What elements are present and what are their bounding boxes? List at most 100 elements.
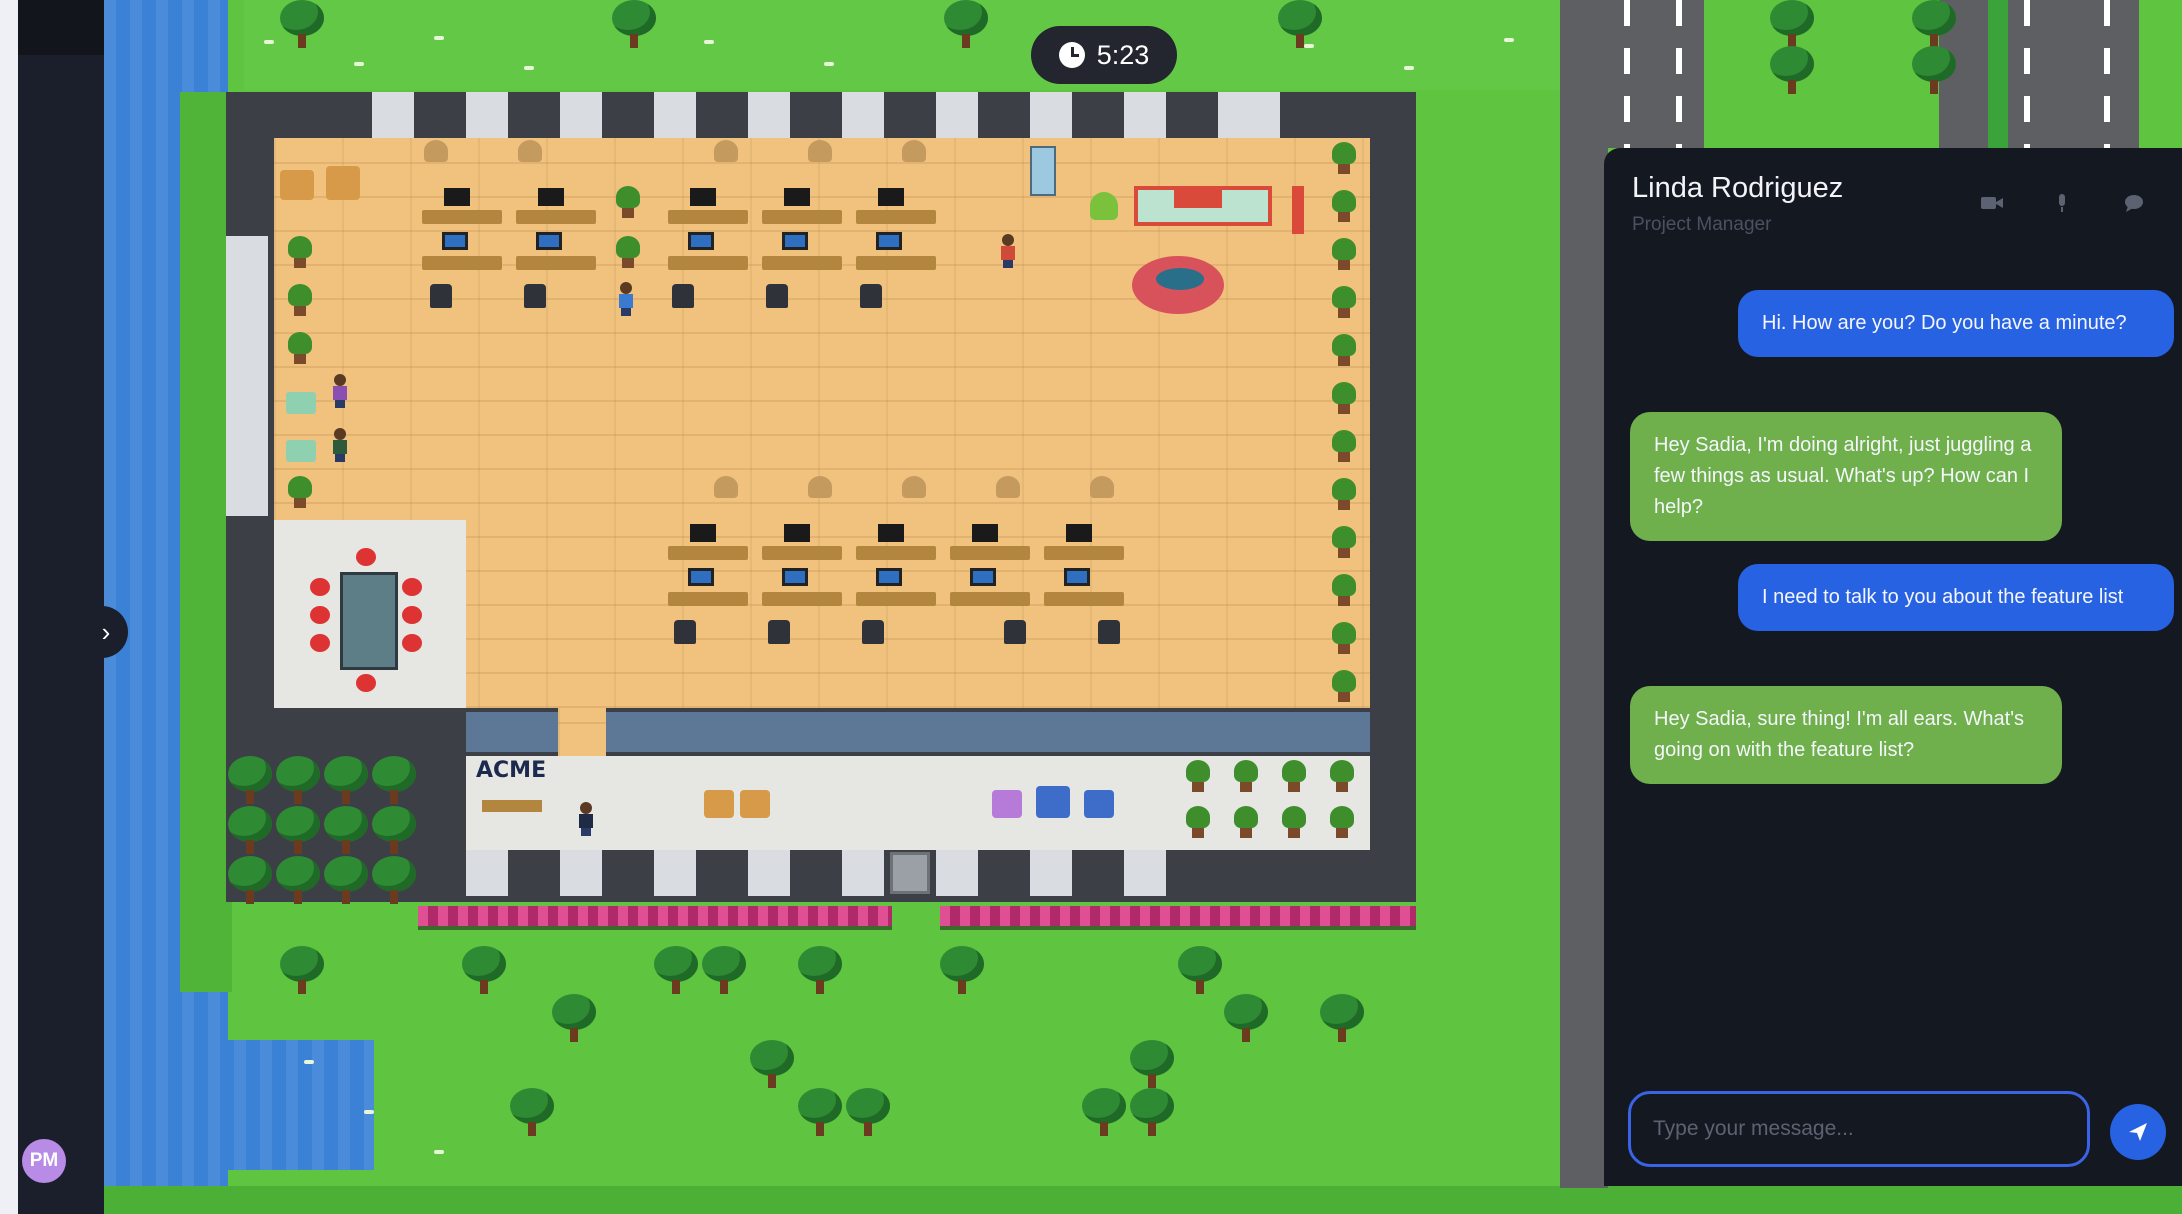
chair bbox=[714, 476, 738, 498]
tree bbox=[612, 0, 656, 50]
chair bbox=[902, 140, 926, 162]
chair bbox=[862, 620, 884, 644]
road-median bbox=[1988, 0, 2008, 148]
desk bbox=[950, 546, 1030, 560]
chair bbox=[766, 284, 788, 308]
tree bbox=[1130, 1040, 1174, 1090]
chair bbox=[424, 140, 448, 162]
computer-monitor bbox=[876, 568, 902, 586]
desk bbox=[1044, 592, 1124, 606]
message-input[interactable] bbox=[1628, 1091, 2090, 1167]
window bbox=[1030, 92, 1072, 138]
player-avatar[interactable] bbox=[578, 802, 594, 836]
tree bbox=[372, 806, 416, 856]
plant bbox=[1330, 382, 1358, 416]
plant bbox=[1328, 806, 1356, 840]
road-lane bbox=[2024, 0, 2030, 148]
chair bbox=[402, 606, 422, 624]
window bbox=[372, 92, 414, 138]
tree bbox=[324, 756, 368, 806]
chair bbox=[902, 476, 926, 498]
chair bbox=[674, 620, 696, 644]
grass-tuft bbox=[434, 1150, 444, 1154]
video-camera-icon[interactable] bbox=[1980, 192, 2004, 214]
tree bbox=[372, 856, 416, 906]
window bbox=[936, 92, 978, 138]
desk bbox=[1044, 546, 1124, 560]
desk bbox=[762, 592, 842, 606]
chair bbox=[310, 606, 330, 624]
contact-name: Linda Rodriguez bbox=[1632, 172, 1844, 204]
plant bbox=[1090, 192, 1118, 220]
water-cooler bbox=[1030, 146, 1056, 196]
chair bbox=[1004, 620, 1026, 644]
tree bbox=[510, 1088, 554, 1138]
clock-icon bbox=[1058, 42, 1085, 68]
bench bbox=[286, 392, 316, 414]
plant bbox=[614, 236, 642, 270]
user-avatar[interactable]: PM bbox=[22, 1139, 66, 1183]
computer-monitor bbox=[536, 232, 562, 250]
tree bbox=[462, 946, 506, 996]
desk bbox=[856, 546, 936, 560]
window bbox=[748, 850, 790, 896]
grass-tuft bbox=[264, 40, 274, 44]
npc-character[interactable] bbox=[332, 374, 348, 408]
window bbox=[560, 92, 602, 138]
plant bbox=[1330, 238, 1358, 272]
computer-monitor bbox=[782, 568, 808, 586]
armchair bbox=[740, 790, 770, 818]
window bbox=[748, 92, 790, 138]
rug-pattern bbox=[1156, 268, 1204, 290]
send-button[interactable] bbox=[2110, 1104, 2166, 1160]
desk bbox=[856, 256, 936, 270]
computer-monitor bbox=[876, 232, 902, 250]
plant bbox=[1330, 142, 1358, 176]
tree bbox=[1178, 946, 1222, 996]
computer-monitor bbox=[444, 188, 470, 206]
tree bbox=[228, 806, 272, 856]
plant bbox=[1330, 190, 1358, 224]
desk bbox=[856, 210, 936, 224]
npc-character[interactable] bbox=[332, 428, 348, 462]
tree bbox=[654, 946, 698, 996]
grass-tuft bbox=[304, 1060, 314, 1064]
desk bbox=[422, 256, 502, 270]
reception-desk bbox=[482, 800, 542, 812]
npc-character[interactable] bbox=[618, 282, 634, 316]
microphone-icon[interactable] bbox=[2050, 192, 2074, 214]
grass-tuft bbox=[524, 66, 534, 70]
window bbox=[560, 850, 602, 896]
plant bbox=[1330, 286, 1358, 320]
armchair bbox=[1084, 790, 1114, 818]
lamp bbox=[1292, 186, 1304, 234]
armchair bbox=[326, 166, 360, 200]
chair bbox=[310, 634, 330, 652]
computer-monitor bbox=[784, 188, 810, 206]
flower-bed bbox=[940, 906, 1416, 930]
tree bbox=[1224, 994, 1268, 1044]
chair bbox=[808, 476, 832, 498]
desk bbox=[950, 592, 1030, 606]
entrance-door[interactable] bbox=[890, 852, 930, 894]
tree bbox=[944, 0, 988, 50]
desk bbox=[762, 546, 842, 560]
meeting-table bbox=[340, 572, 398, 670]
grass-tuft bbox=[1304, 44, 1314, 48]
chat-bubble-icon[interactable] bbox=[2122, 192, 2146, 214]
computer-monitor bbox=[782, 232, 808, 250]
armchair bbox=[704, 790, 734, 818]
chair bbox=[402, 634, 422, 652]
window bbox=[842, 92, 884, 138]
window bbox=[1244, 92, 1280, 138]
window bbox=[466, 92, 508, 138]
plant bbox=[286, 236, 314, 270]
computer-monitor bbox=[1066, 524, 1092, 542]
tree bbox=[750, 1040, 794, 1090]
npc-character[interactable] bbox=[1000, 234, 1016, 268]
window bbox=[1030, 850, 1072, 896]
window bbox=[842, 850, 884, 896]
chair bbox=[714, 140, 738, 162]
computer-monitor bbox=[878, 188, 904, 206]
desk bbox=[668, 210, 748, 224]
